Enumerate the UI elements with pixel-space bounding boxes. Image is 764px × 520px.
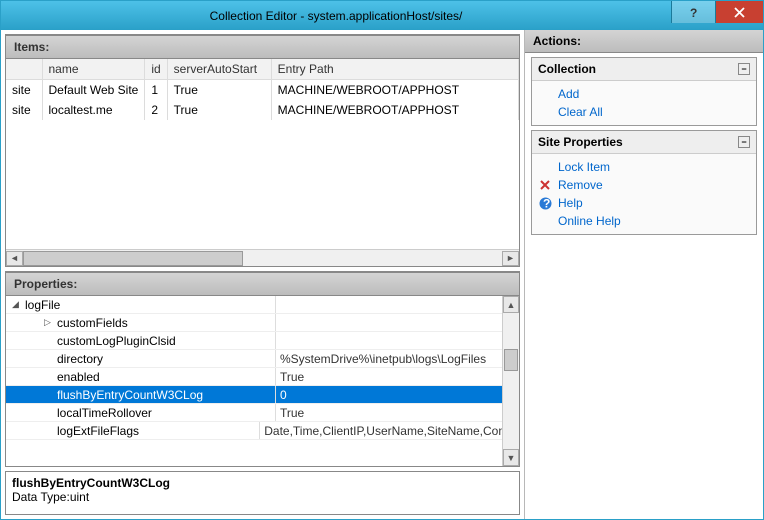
property-value[interactable]: True [276,406,519,420]
description-name: flushByEntryCountW3CLog [12,476,513,490]
property-grid[interactable]: ◢ logFile ▷ customFields customLogPluginCls… [6,296,519,466]
scroll-down-icon[interactable]: ▼ [503,449,519,466]
col-name[interactable]: name [42,59,145,80]
col-type[interactable] [6,59,42,80]
property-row[interactable]: enabled True [6,368,519,386]
items-hscroll[interactable]: ◄ ► [6,249,519,266]
property-value[interactable]: True [276,370,519,384]
siteproperties-section: Site Properties − Lock Item Remove ? Hel… [531,130,757,235]
siteproperties-title: Site Properties [538,135,623,149]
property-name: logExtFileFlags [57,424,139,438]
title-bar: Collection Editor - system.applicationHo… [1,1,763,30]
scroll-left-icon[interactable]: ◄ [6,251,23,266]
scroll-thumb[interactable] [23,251,243,266]
remove-icon [538,178,552,192]
items-grid[interactable]: name id serverAutoStart Entry Path siteD… [6,59,519,249]
properties-header: Properties: [6,272,519,296]
left-pane: Items: name id serverAutoStart Entry Pat… [1,30,525,519]
property-value[interactable]: %SystemDrive%\inetpub\logs\LogFiles [276,352,519,366]
property-value[interactable]: 0 [276,388,519,402]
col-serverautostart[interactable]: serverAutoStart [167,59,271,80]
col-id[interactable]: id [145,59,167,80]
actions-header: Actions: [525,30,763,53]
collapse-section-icon[interactable]: − [738,136,750,148]
svg-text:?: ? [690,6,697,19]
add-action[interactable]: Add [532,85,756,103]
scroll-up-icon[interactable]: ▲ [503,296,519,313]
svg-text:?: ? [543,197,550,210]
properties-panel: Properties: ◢ logFile ▷ customFields custom… [5,271,520,467]
items-panel: Items: name id serverAutoStart Entry Pat… [5,34,520,267]
clearall-action[interactable]: Clear All [532,103,756,121]
close-button[interactable] [715,1,763,23]
property-row[interactable]: customLogPluginClsid [6,332,519,350]
actions-pane: Actions: Collection − Add Clear All Site… [525,30,763,519]
help-icon: ? [538,196,552,210]
table-row[interactable]: siteDefault Web Site1TrueMACHINE/WEBROOT… [6,80,519,101]
expand-icon[interactable]: ▷ [42,317,53,328]
collection-section: Collection − Add Clear All [531,57,757,126]
prop-root-row[interactable]: ◢ logFile [6,296,519,314]
property-row[interactable]: logExtFileFlags Date,Time,ClientIP,UserNa… [6,422,519,440]
property-name: flushByEntryCountW3CLog [57,388,203,402]
onlinehelp-action[interactable]: Online Help [532,212,756,230]
lockitem-action[interactable]: Lock Item [532,158,756,176]
items-header: Items: [6,35,519,59]
property-row[interactable]: localTimeRollover True [6,404,519,422]
property-value[interactable]: Date,Time,ClientIP,UserName,SiteName,Com… [260,424,519,438]
description-panel: flushByEntryCountW3CLog Data Type:uint [5,471,520,515]
collection-title: Collection [538,62,596,76]
property-name: localTimeRollover [57,406,152,420]
description-type: Data Type:uint [12,490,513,504]
property-row[interactable]: directory %SystemDrive%\inetpub\logs\LogF… [6,350,519,368]
collapse-icon[interactable]: ◢ [10,299,21,310]
properties-vscroll[interactable]: ▲ ▼ [502,296,519,466]
scroll-vthumb[interactable] [504,349,518,371]
property-name: directory [57,352,103,366]
property-name: customFields [57,316,128,330]
help-button[interactable]: ? [671,1,715,23]
col-entrypath[interactable]: Entry Path [271,59,518,80]
property-name: customLogPluginClsid [57,334,176,348]
collapse-section-icon[interactable]: − [738,63,750,75]
window-title: Collection Editor - system.applicationHo… [1,9,671,23]
help-action[interactable]: ? Help [532,194,756,212]
remove-action[interactable]: Remove [532,176,756,194]
prop-root-name: logFile [25,298,60,312]
property-row[interactable]: ▷ customFields [6,314,519,332]
scroll-right-icon[interactable]: ► [502,251,519,266]
table-row[interactable]: sitelocaltest.me2TrueMACHINE/WEBROOT/APP… [6,100,519,120]
property-name: enabled [57,370,100,384]
property-row[interactable]: flushByEntryCountW3CLog 0 [6,386,519,404]
